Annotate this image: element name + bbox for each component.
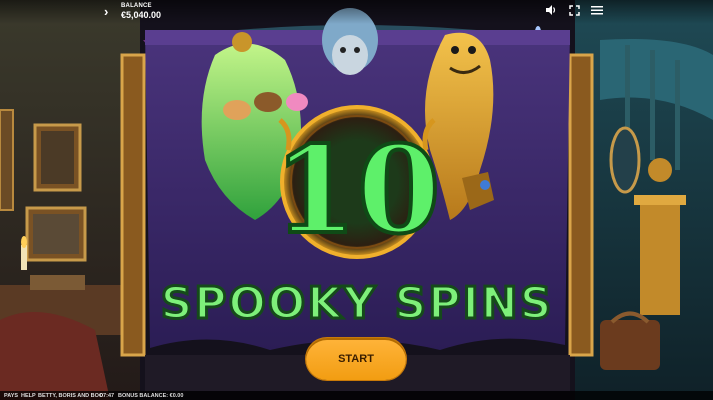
pays-link[interactable]: PAYS xyxy=(4,393,18,399)
doctor-bag xyxy=(600,320,660,370)
hamburger-menu-icon[interactable] xyxy=(590,3,604,17)
top-bar: › BALANCE €5,040.00 xyxy=(0,0,713,24)
clock-time: 07:47 xyxy=(100,392,115,399)
spins-count: 10 xyxy=(274,120,441,261)
help-link[interactable]: HELP xyxy=(21,393,36,399)
sound-icon[interactable] xyxy=(544,3,558,17)
left-frame-pillar xyxy=(120,53,146,357)
left-candle xyxy=(21,245,27,270)
balance-value: €5,040.00 xyxy=(121,10,162,20)
bottom-bar: PAYS HELP BETTY, BORIS AND BOO 07:47 BON… xyxy=(0,391,713,400)
start-button[interactable]: START xyxy=(306,338,406,380)
right-frame-pillar xyxy=(568,53,594,357)
game-name: BETTY, BORIS AND BOO xyxy=(38,392,104,399)
fullscreen-icon[interactable] xyxy=(567,3,581,17)
bonus-balance: BONUS BALANCE: €0.00 xyxy=(118,392,184,399)
bannister-post xyxy=(640,200,680,315)
spooky-spins-title: SPOOKY SPINS xyxy=(161,278,554,329)
balance-label: BALANCE xyxy=(121,3,152,9)
oval-mirror xyxy=(609,126,641,194)
menu-arrow-icon[interactable]: › xyxy=(104,4,108,19)
gargoyle-statue xyxy=(648,158,672,182)
